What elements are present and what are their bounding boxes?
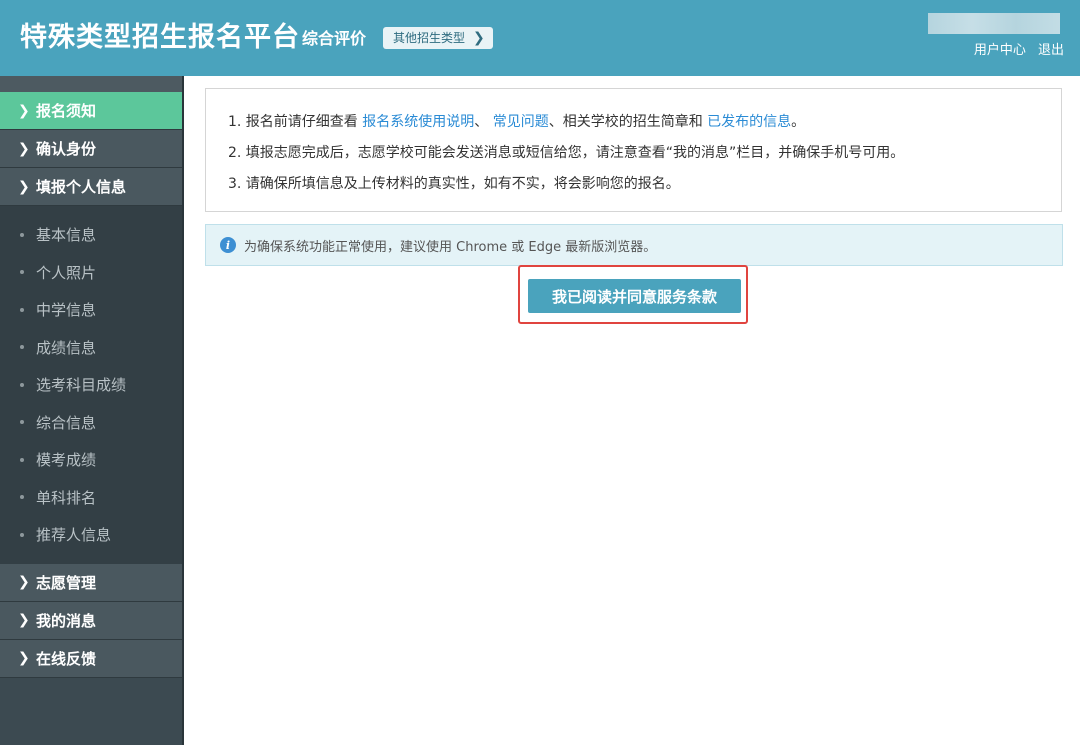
bullet-dot-icon	[20, 420, 24, 425]
notice-text: 1. 报名前请仔细查看	[228, 114, 363, 130]
submenu-item-photo[interactable]: 个人照片	[0, 254, 182, 292]
personal-info-submenu: 基本信息 个人照片 中学信息 成绩信息 选考科目成绩 综合信息 模考成绩 单科排…	[0, 206, 182, 564]
sidebar-item-application-management[interactable]: ❯ 志愿管理	[0, 563, 182, 602]
top-header: 特殊类型招生报名平台 综合评价 其他招生类型 ❯ 用户中心 退出	[0, 0, 1080, 76]
notice-separator: 、	[474, 114, 493, 130]
sidebar-item-label: 确认身份	[36, 140, 97, 158]
sidebar-top-strip	[0, 76, 182, 92]
submenu-item-high-school[interactable]: 中学信息	[0, 291, 182, 329]
submenu-item-mock-exam[interactable]: 模考成绩	[0, 441, 182, 479]
app-title: 特殊类型招生报名平台	[20, 22, 300, 53]
submenu-item-comprehensive-info[interactable]: 综合信息	[0, 404, 182, 442]
submenu-item-label: 综合信息	[36, 413, 97, 432]
bullet-dot-icon	[20, 232, 24, 237]
bullet-dot-icon	[20, 382, 24, 387]
sidebar-item-label: 我的消息	[36, 611, 97, 630]
sidebar: ❯ 报名须知 ❯ 确认身份 ❯ 填报个人信息 基本信息 个人照片 中学信息 成绩…	[0, 76, 184, 745]
sidebar-item-label: 志愿管理	[36, 573, 97, 592]
submenu-item-elective-grades[interactable]: 选考科目成绩	[0, 366, 182, 404]
submenu-item-label: 中学信息	[36, 301, 97, 320]
registration-notice-panel: 1. 报名前请仔细查看 报名系统使用说明、 常见问题、相关学校的招生简章和 已发…	[205, 88, 1062, 212]
notice-text: 。	[791, 114, 806, 130]
system-guide-link[interactable]: 报名系统使用说明	[362, 114, 474, 130]
chevron-right-icon: ❯	[18, 140, 30, 157]
chevron-right-icon: ❯	[18, 650, 30, 666]
sidebar-item-label: 在线反馈	[36, 649, 97, 668]
bullet-dot-icon	[20, 457, 24, 462]
user-center-link[interactable]: 用户中心	[974, 43, 1026, 58]
faq-link[interactable]: 常见问题	[493, 114, 549, 130]
browser-tip-text: 为确保系统功能正常使用，建议使用 Chrome 或 Edge 最新版浏览器。	[244, 239, 657, 255]
notice-line-3: 3. 请确保所填信息及上传材料的真实性，如有不实，将会影响您的报名。	[228, 176, 680, 192]
chevron-right-icon: ❯	[18, 612, 30, 628]
notice-line-2: 2. 填报志愿完成后，志愿学校可能会发送消息或短信给您，请注意查看“我的消息”栏…	[228, 145, 905, 161]
sidebar-item-personal-info[interactable]: ❯ 填报个人信息	[0, 168, 182, 206]
submenu-item-basic-info[interactable]: 基本信息	[0, 216, 182, 254]
sidebar-item-my-messages[interactable]: ❯ 我的消息	[0, 601, 182, 640]
chevron-right-icon: ❯	[18, 178, 30, 195]
chevron-right-icon: ❯	[18, 574, 30, 590]
submenu-item-label: 基本信息	[36, 226, 97, 245]
submenu-item-recommender[interactable]: 推荐人信息	[0, 516, 182, 554]
bullet-dot-icon	[20, 495, 24, 500]
sidebar-item-registration-notice[interactable]: ❯ 报名须知	[0, 92, 182, 130]
submenu-item-grades[interactable]: 成绩信息	[0, 329, 182, 367]
info-icon: i	[220, 237, 236, 253]
submenu-item-label: 选考科目成绩	[36, 376, 127, 395]
submenu-item-label: 单科排名	[36, 488, 97, 507]
admission-type-title: 综合评价	[302, 29, 367, 48]
notice-text: 、相关学校的招生简章和	[548, 114, 708, 130]
bullet-dot-icon	[20, 532, 24, 537]
bullet-dot-icon	[20, 345, 24, 350]
chevron-right-icon: ❯	[473, 30, 485, 46]
submenu-item-subject-ranking[interactable]: 单科排名	[0, 479, 182, 517]
submenu-item-label: 推荐人信息	[36, 526, 112, 545]
chevron-right-icon: ❯	[18, 102, 30, 119]
browser-tip-alert: i 为确保系统功能正常使用，建议使用 Chrome 或 Edge 最新版浏览器。	[205, 224, 1063, 266]
bullet-dot-icon	[20, 307, 24, 312]
logout-link[interactable]: 退出	[1038, 43, 1064, 58]
agree-terms-button[interactable]: 我已阅读并同意服务条款	[528, 279, 741, 313]
published-info-link[interactable]: 已发布的信息	[707, 114, 791, 130]
bullet-dot-icon	[20, 270, 24, 275]
other-admission-types-label: 其他招生类型	[393, 31, 466, 45]
notice-line-1: 1. 报名前请仔细查看 报名系统使用说明、 常见问题、相关学校的招生简章和 已发…	[228, 107, 1061, 138]
header-links: 用户中心 退出	[966, 41, 1064, 61]
submenu-item-label: 个人照片	[36, 263, 97, 282]
sidebar-item-confirm-identity[interactable]: ❯ 确认身份	[0, 130, 182, 168]
user-name-blurred	[928, 13, 1060, 34]
submenu-item-label: 成绩信息	[36, 338, 97, 357]
sidebar-item-label: 报名须知	[36, 102, 97, 120]
submenu-item-label: 模考成绩	[36, 451, 97, 470]
sidebar-item-online-feedback[interactable]: ❯ 在线反馈	[0, 639, 182, 678]
other-admission-types-button[interactable]: 其他招生类型 ❯	[383, 27, 493, 49]
sidebar-item-label: 填报个人信息	[36, 178, 127, 196]
